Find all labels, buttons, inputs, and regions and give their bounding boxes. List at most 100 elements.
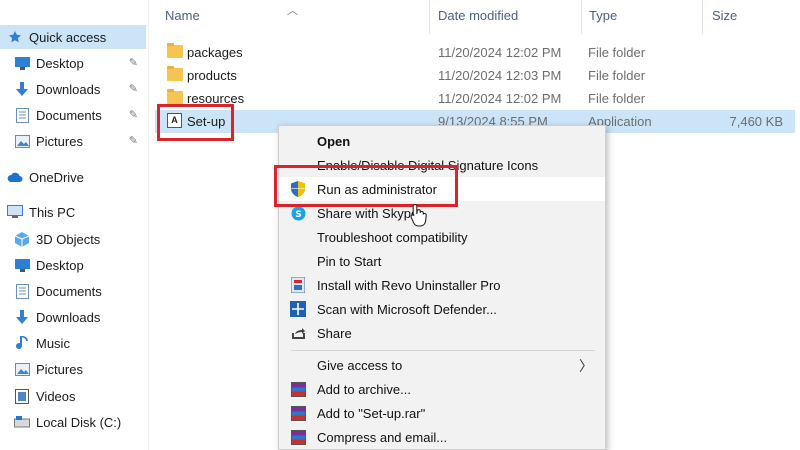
file-name: products [187, 68, 237, 83]
nav-local-disk[interactable]: Local Disk (C:) [0, 410, 146, 434]
menu-label: Scan with Microsoft Defender... [317, 302, 497, 317]
nav-label: Downloads [36, 81, 101, 97]
computer-icon [7, 204, 23, 220]
pin-icon[interactable]: ✎ [129, 56, 138, 69]
nav-downloads[interactable]: Downloads [0, 305, 146, 329]
nav-label: Downloads [36, 309, 101, 325]
column-header-size[interactable]: Size [712, 8, 737, 23]
menu-item-add-to-archive[interactable]: Add to archive... [279, 377, 605, 401]
chevron-right-icon: 〉 [579, 358, 593, 374]
download-icon [14, 81, 30, 97]
folder-icon [167, 43, 183, 58]
column-divider[interactable] [702, 0, 703, 34]
file-name: packages [187, 45, 243, 60]
nav-onedrive[interactable]: OneDrive [0, 165, 146, 189]
menu-label: Troubleshoot compatibility [317, 230, 468, 245]
cube-icon [14, 231, 30, 247]
menu-separator [291, 350, 595, 351]
file-date: 11/20/2024 12:03 PM [438, 68, 562, 83]
menu-label: Give access to [317, 358, 403, 373]
menu-item-pin-to-start[interactable]: Pin to Start [279, 249, 605, 273]
nav-label: Local Disk (C:) [36, 414, 122, 430]
navigation-pane: Quick access Desktop ✎ Downloads ✎ Docum… [0, 0, 149, 450]
file-type: File folder [588, 45, 646, 60]
share-icon [290, 325, 306, 341]
cloud-icon [7, 169, 23, 185]
nav-desktop-pinned[interactable]: Desktop ✎ [0, 51, 146, 75]
menu-item-give-access[interactable]: Give access to 〉 [279, 353, 605, 377]
column-header-date[interactable]: Date modified [438, 8, 518, 23]
menu-item-share[interactable]: Share [279, 321, 605, 345]
skype-icon: S [290, 205, 306, 221]
video-icon [14, 388, 30, 404]
nav-label: OneDrive [29, 169, 84, 185]
menu-label: Share [317, 326, 352, 341]
menu-item-troubleshoot[interactable]: Troubleshoot compatibility [279, 225, 605, 249]
nav-downloads-pinned[interactable]: Downloads ✎ [0, 77, 146, 101]
document-icon [14, 283, 30, 299]
desktop-icon [14, 55, 30, 71]
column-divider[interactable] [429, 0, 430, 34]
file-size: 7,460 KB [729, 114, 784, 129]
nav-documents[interactable]: Documents [0, 279, 146, 303]
nav-3d-objects[interactable]: 3D Objects [0, 227, 146, 251]
document-icon [14, 107, 30, 123]
column-header-name[interactable]: Name [165, 8, 200, 23]
star-icon [7, 29, 23, 45]
column-header-type[interactable]: Type [589, 8, 617, 23]
desktop-icon [14, 257, 30, 273]
pin-icon[interactable]: ✎ [129, 82, 138, 95]
pictures-icon [14, 133, 30, 149]
file-row-packages[interactable]: packages 11/20/2024 12:02 PM File folder [155, 41, 795, 64]
sort-ascending-icon[interactable]: ︿ [287, 2, 298, 18]
file-row-resources[interactable]: resources 11/20/2024 12:02 PM File folde… [155, 87, 795, 110]
winrar-icon [290, 405, 306, 421]
menu-label: Add to "Set-up.rar" [317, 406, 426, 421]
menu-item-add-to-setup-rar[interactable]: Add to "Set-up.rar" [279, 401, 605, 425]
nav-desktop[interactable]: Desktop [0, 253, 146, 277]
nav-label: Pictures [36, 133, 83, 149]
nav-label: 3D Objects [36, 231, 101, 247]
winrar-icon [290, 381, 306, 397]
menu-label: Install with Revo Uninstaller Pro [317, 278, 501, 293]
nav-label: Pictures [36, 361, 83, 377]
menu-label: Compress and email... [317, 430, 448, 445]
pin-icon[interactable]: ✎ [129, 108, 138, 121]
nav-documents-pinned[interactable]: Documents ✎ [0, 103, 146, 127]
hand-cursor-icon [410, 203, 428, 232]
nav-this-pc[interactable]: This PC [0, 200, 146, 224]
winrar-icon [290, 429, 306, 445]
download-icon [14, 309, 30, 325]
nav-videos[interactable]: Videos [0, 384, 146, 408]
menu-item-compress-and-email[interactable]: Compress and email... [279, 425, 605, 449]
file-row-products[interactable]: products 11/20/2024 12:03 PM File folder [155, 64, 795, 87]
nav-label: Videos [36, 388, 76, 404]
nav-quick-access[interactable]: Quick access [0, 25, 146, 49]
revo-uninstaller-icon [290, 277, 306, 293]
nav-pictures[interactable]: Pictures [0, 357, 146, 381]
nav-label: Music [36, 335, 70, 351]
svg-text:S: S [295, 210, 301, 220]
menu-item-scan-defender[interactable]: Scan with Microsoft Defender... [279, 297, 605, 321]
nav-label: Documents [36, 283, 102, 299]
menu-label: Pin to Start [317, 254, 382, 269]
music-icon [14, 335, 30, 351]
nav-pictures-pinned[interactable]: Pictures ✎ [0, 129, 146, 153]
defender-icon [290, 301, 306, 317]
menu-label: Share with Skype [317, 206, 419, 221]
nav-music[interactable]: Music [0, 331, 146, 355]
menu-item-revo-uninstaller[interactable]: Install with Revo Uninstaller Pro [279, 273, 605, 297]
highlight-box-setup [157, 104, 234, 141]
folder-icon [167, 89, 183, 104]
file-type: File folder [588, 91, 646, 106]
column-divider[interactable] [581, 0, 582, 34]
pictures-icon [14, 361, 30, 377]
nav-label: Desktop [36, 55, 84, 71]
pin-icon[interactable]: ✎ [129, 134, 138, 147]
nav-label: This PC [29, 204, 76, 220]
file-date: 11/20/2024 12:02 PM [438, 45, 562, 60]
folder-icon [167, 66, 183, 81]
menu-item-open[interactable]: Open [279, 129, 605, 153]
file-date: 11/20/2024 12:02 PM [438, 91, 562, 106]
file-type: File folder [588, 68, 646, 83]
